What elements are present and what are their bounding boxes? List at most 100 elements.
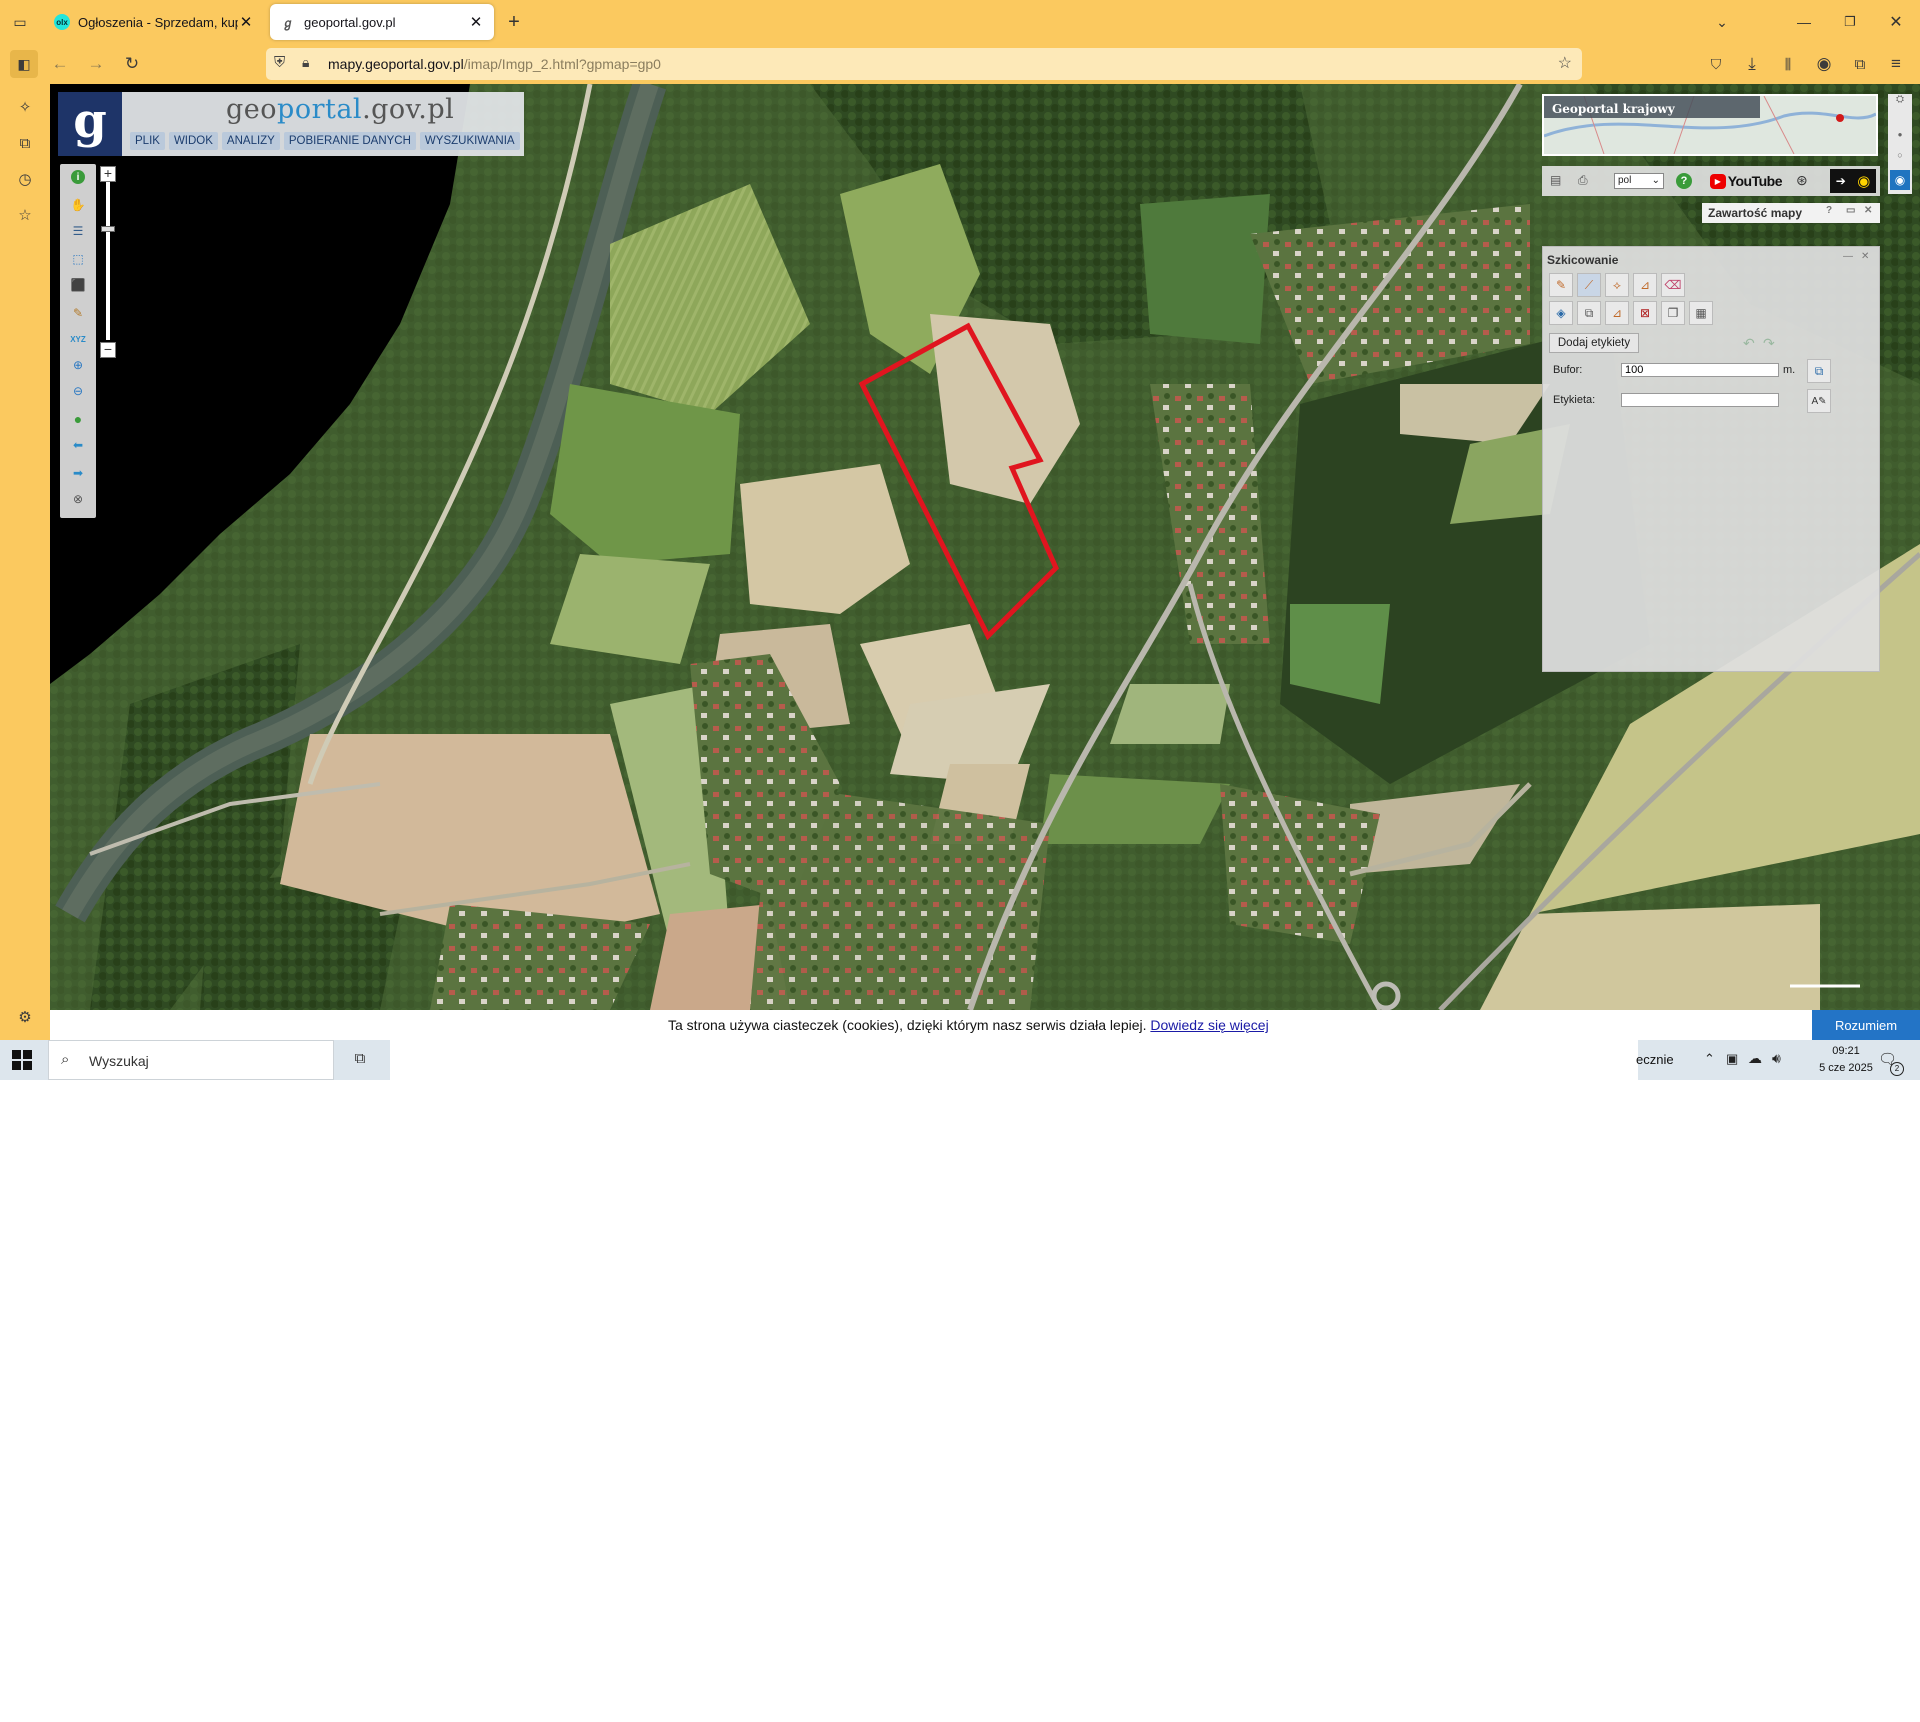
history-icon[interactable]: ◷ [14,168,36,190]
volume-icon[interactable]: 🔊︎ [1772,1050,1781,1067]
overview-map[interactable]: Geoportal krajowy [1542,94,1878,156]
synced-tabs-icon[interactable]: ⧉ [14,132,36,154]
next-view-icon[interactable]: ➡ [69,464,87,482]
map-content-panel-header[interactable]: Zawartość mapy ? ▭ ✕ [1702,203,1880,223]
forward-icon[interactable]: → [82,50,110,78]
geoportal-logo[interactable]: g [58,92,122,156]
close-icon[interactable]: ✕ [1864,205,1872,216]
restore-icon[interactable]: ❐ [1836,8,1864,36]
lock-icon[interactable]: 🔒︎ [302,54,309,71]
menu-widok[interactable]: WIDOK [168,132,218,150]
menu-analizy[interactable]: ANALIZY [221,132,280,150]
help-icon[interactable]: ? [1676,173,1692,189]
menu-plik[interactable]: PLIK [130,132,165,150]
apply-label-icon[interactable]: A✎ [1807,389,1831,413]
url-text[interactable]: mapy.geoportal.gov.pl/imap/Imgp_2.html?g… [328,56,661,72]
copy-shape-icon[interactable]: ❐ [1661,301,1685,325]
maximize-icon[interactable]: ▭ [1846,205,1855,216]
bookmark-star-icon[interactable]: ☆ [1558,53,1572,73]
zoom-in-icon[interactable]: ⊕ [69,356,87,374]
full-extent-globe-icon[interactable]: ● [69,410,87,428]
print-preview-icon[interactable]: ▤ [1550,173,1566,189]
minimize-icon[interactable]: — [1843,251,1853,262]
info-icon[interactable]: i [71,170,85,184]
eye-icon[interactable]: ◉ [1890,170,1910,190]
account-icon[interactable]: ◉ [1810,50,1838,78]
zoom-slider[interactable]: + − [100,164,120,364]
task-view-icon[interactable]: ⧉ [350,1050,370,1070]
extensions-icon[interactable]: ⧉ [1846,50,1874,78]
fill-icon[interactable]: ◈ [1549,301,1573,325]
tab-geoportal[interactable]: ℊ geoportal.gov.pl ✕ [270,4,494,40]
clock-time[interactable]: 09:21 [1816,1045,1876,1057]
zoom-plus-icon[interactable]: + [100,166,116,182]
print-icon[interactable]: ⎙ [1578,173,1594,189]
pocket-icon[interactable]: ⛉ [1702,50,1730,78]
dot-icon[interactable]: ● [1892,130,1908,142]
zoom-out-icon[interactable]: ⊖ [69,382,87,400]
edit-vertices-icon[interactable]: ⊿ [1605,301,1629,325]
cookie-learn-more-link[interactable]: Dowiedz się więcej [1150,1017,1268,1033]
add-labels-button[interactable]: Dodaj etykiety [1549,333,1639,353]
high-contrast-button[interactable]: ➔ ◉ [1830,169,1876,193]
menu-pobieranie-danych[interactable]: POBIERANIE DANYCH [283,132,416,150]
toggle-overview-icon[interactable]: ⛭ [1892,94,1908,110]
close-tab-icon[interactable]: ✕ [238,13,254,31]
shield-icon[interactable]: ⛨ [274,54,285,71]
list-all-tabs-icon[interactable]: ⌄ [1708,10,1736,34]
device-icon[interactable]: ▣ [1726,1051,1738,1067]
draw-point-icon[interactable]: ✎ [1549,273,1573,297]
tab-olx[interactable]: olx Ogłoszenia - Sprzedam, kupię n ✕ [44,4,264,40]
downloads-icon[interactable]: ⤓ [1738,50,1766,78]
close-icon[interactable]: ✕ [1861,251,1869,262]
menu-wyszukiwania[interactable]: WYSZUKIWANIA [419,132,520,150]
properties-icon[interactable]: ▦ [1689,301,1713,325]
draw-line-icon[interactable]: ⟋ [1577,273,1601,297]
settings-icon[interactable]: ⚙ [14,1006,36,1028]
minimize-icon[interactable]: — [1790,8,1818,36]
undo-icon[interactable]: ↶ [1743,335,1755,352]
select-area-icon[interactable]: ⬚ [69,250,87,268]
new-tab-icon[interactable]: + [500,8,528,36]
menu-icon[interactable]: ≡ [1882,50,1910,78]
weather-text[interactable]: ecznie [1636,1052,1674,1067]
address-bar[interactable]: ⛨ 🔒︎ mapy.geoportal.gov.pl/imap/Imgp_2.h… [266,48,1582,80]
xyz-coordinates-icon[interactable]: XYZ [69,330,87,348]
back-icon[interactable]: ← [46,50,74,78]
taskbar-search-box[interactable]: ⌕ Wyszukaj [48,1040,334,1080]
redo-icon[interactable]: ↷ [1763,335,1775,352]
draw-polygon-icon[interactable]: ⊿ [1633,273,1657,297]
network-icon[interactable]: ☁ [1748,1050,1762,1067]
apply-buffer-icon[interactable]: ⧉ [1807,359,1831,383]
move-shape-icon[interactable]: ⧉ [1577,301,1601,325]
clear-selection-icon[interactable]: ⬛ [69,276,87,294]
label-input[interactable] [1621,393,1779,407]
draw-polyline-icon[interactable]: ⟡ [1605,273,1629,297]
close-window-icon[interactable]: ✕ [1882,8,1910,36]
tab-list-icon[interactable]: ▭ [8,10,32,34]
reload-icon[interactable]: ↻ [118,50,146,78]
chevron-up-icon[interactable]: ⌃ [1704,1051,1715,1067]
delete-shape-icon[interactable]: ⊠ [1633,301,1657,325]
accessibility-icon[interactable]: ⊛ [1796,172,1814,190]
pencil-icon[interactable]: ✎ [69,304,87,322]
legend-icon[interactable]: ☰ [69,222,87,240]
eraser-icon[interactable]: ⌫ [1661,273,1685,297]
zoom-track[interactable] [106,182,110,340]
language-select[interactable]: pol ⌄ [1614,173,1664,189]
sidebar-toggle-icon[interactable]: ◧ [10,50,38,78]
library-icon[interactable]: ⫼ [1774,50,1802,78]
help-lifebuoy-icon[interactable]: ⊗ [69,490,87,508]
youtube-link[interactable]: ▶ YouTube [1710,171,1783,191]
buffer-input[interactable]: 100 [1621,363,1779,377]
zoom-handle[interactable] [101,226,115,232]
ring-icon[interactable]: ○ [1892,150,1908,162]
help-icon[interactable]: ? [1826,205,1832,216]
pan-hand-icon[interactable]: ✋ [69,196,87,214]
zoom-minus-icon[interactable]: − [100,342,116,358]
accept-cookies-button[interactable]: Rozumiem [1812,1010,1920,1040]
bookmarks-icon[interactable]: ☆ [14,204,36,226]
ai-chat-icon[interactable]: ✧ [14,96,36,118]
close-tab-icon[interactable]: ✕ [468,13,484,31]
previous-view-icon[interactable]: ⬅ [69,436,87,454]
